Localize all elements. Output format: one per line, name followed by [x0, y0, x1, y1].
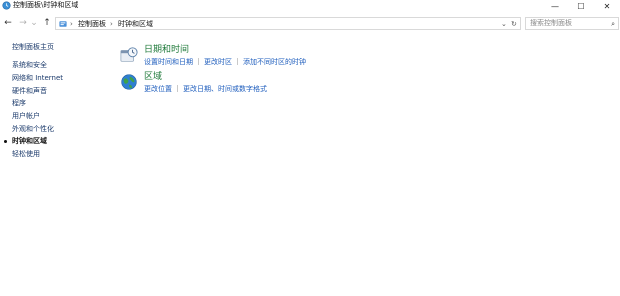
- sidebar-item-network-internet[interactable]: 网络和 Internet: [12, 73, 63, 83]
- address-bar-row: ← → ⌄ ↑ › 控制面板 › 时钟和区域 ⌄ ↻ 搜索控制面板 ⌕: [0, 15, 620, 32]
- up-arrow-icon: ↑: [43, 18, 51, 28]
- breadcrumb-separator: ›: [70, 20, 73, 28]
- forward-button[interactable]: →: [17, 17, 29, 29]
- maximize-button[interactable]: ☐: [568, 0, 594, 12]
- forward-arrow-icon: →: [19, 18, 27, 28]
- breadcrumb-control-panel[interactable]: 控制面板: [78, 18, 106, 30]
- minimize-button[interactable]: —: [542, 0, 568, 12]
- close-button[interactable]: ✕: [594, 0, 620, 12]
- address-box[interactable]: › 控制面板 › 时钟和区域 ⌄ ↻: [55, 17, 521, 30]
- close-icon: ✕: [603, 1, 611, 11]
- sidebar-item-system-security[interactable]: 系统和安全: [12, 60, 47, 70]
- sidebar-item-ease-of-access[interactable]: 轻松使用: [12, 149, 40, 159]
- link-change-time-zone[interactable]: 更改时区: [204, 58, 232, 66]
- category-title-date-time[interactable]: 日期和时间: [144, 44, 189, 56]
- current-item-bullet: [4, 140, 7, 143]
- up-button[interactable]: ↑: [41, 17, 53, 29]
- refresh-icon[interactable]: ↻: [511, 18, 517, 30]
- link-change-location[interactable]: 更改位置: [144, 85, 172, 93]
- sidebar-item-appearance[interactable]: 外观和个性化: [12, 124, 54, 134]
- minimize-icon: —: [551, 1, 559, 11]
- control-panel-clock-icon: [2, 1, 11, 10]
- link-add-clocks[interactable]: 添加不同时区的时钟: [243, 58, 306, 66]
- sidebar-item-hardware-sound[interactable]: 硬件和声音: [12, 86, 47, 96]
- category-links-date-time: 设置时间和日期 更改时区 添加不同时区的时钟: [144, 57, 306, 67]
- window-title: 控制面板\时钟和区域: [13, 1, 79, 9]
- address-dropdown-icon[interactable]: ⌄: [501, 18, 507, 30]
- breadcrumb-separator: ›: [110, 20, 113, 28]
- search-box[interactable]: 搜索控制面板 ⌕: [525, 17, 619, 30]
- sidebar-home-link[interactable]: 控制面板主页: [12, 42, 54, 52]
- search-icon[interactable]: ⌕: [611, 19, 615, 29]
- clock-icon[interactable]: [120, 46, 138, 64]
- sidebar-item-clock-region[interactable]: 时钟和区域: [12, 136, 47, 146]
- chevron-down-icon: ⌄: [30, 18, 38, 28]
- control-panel-icon: [59, 21, 67, 27]
- link-set-time-date[interactable]: 设置时间和日期: [144, 58, 193, 66]
- link-separator: [237, 58, 238, 65]
- sidebar-item-user-accounts[interactable]: 用户帐户: [12, 111, 40, 121]
- back-arrow-icon: ←: [4, 18, 12, 28]
- category-links-region: 更改位置 更改日期、时间或数字格式: [144, 84, 267, 94]
- search-input[interactable]: 搜索控制面板: [530, 18, 572, 29]
- back-button[interactable]: ←: [2, 17, 14, 29]
- globe-icon[interactable]: [120, 73, 138, 91]
- link-change-formats[interactable]: 更改日期、时间或数字格式: [183, 85, 267, 93]
- link-separator: [177, 85, 178, 92]
- category-title-region[interactable]: 区域: [144, 71, 162, 83]
- link-separator: [198, 58, 199, 65]
- maximize-icon: ☐: [577, 1, 585, 11]
- title-bar: 控制面板\时钟和区域 — ☐ ✕: [0, 0, 620, 13]
- breadcrumb-clock-and-region[interactable]: 时钟和区域: [118, 18, 153, 30]
- recent-locations-button[interactable]: ⌄: [30, 17, 38, 29]
- sidebar-item-programs[interactable]: 程序: [12, 98, 26, 108]
